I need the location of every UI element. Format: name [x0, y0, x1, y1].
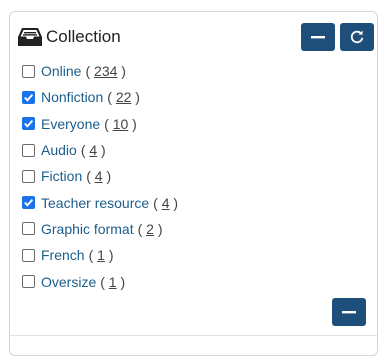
- facet-item[interactable]: Audio( 4 ): [21, 137, 178, 163]
- inbox-tray-icon: [17, 26, 43, 48]
- facet-checkbox[interactable]: [22, 275, 35, 289]
- facet-count: ( 4 ): [80, 142, 106, 159]
- facet-label[interactable]: Oversize: [41, 274, 96, 290]
- refresh-button[interactable]: [340, 23, 374, 51]
- panel-header: Collection: [17, 23, 374, 51]
- facet-count-value[interactable]: 4: [162, 195, 170, 211]
- facet-checkbox[interactable]: [22, 169, 35, 183]
- facet-label[interactable]: Fiction: [41, 168, 82, 184]
- facet-count: ( 4 ): [153, 194, 179, 211]
- facet-label[interactable]: Everyone: [41, 116, 100, 132]
- facet-checkbox[interactable]: [22, 222, 35, 236]
- facet-label[interactable]: Teacher resource: [41, 195, 149, 211]
- facet-count: ( 234 ): [85, 63, 126, 80]
- facet-label[interactable]: Graphic format: [41, 221, 134, 237]
- refresh-icon: [350, 30, 364, 44]
- facet-checkbox[interactable]: [22, 143, 35, 157]
- facet-item[interactable]: Nonfiction( 22 ): [21, 84, 178, 110]
- facet-item[interactable]: Teacher resource( 4 ): [21, 189, 178, 215]
- facet-count: ( 1 ): [100, 273, 126, 290]
- facet-checkbox[interactable]: [22, 64, 35, 78]
- collapse-button[interactable]: [301, 23, 335, 51]
- minus-icon: [311, 30, 325, 44]
- facet-count-value[interactable]: 1: [109, 274, 117, 290]
- facet-count: ( 10 ): [104, 115, 137, 132]
- collection-facet-panel: Collection Online( 234 ) Nonfiction( 22 )…: [9, 11, 378, 356]
- collapse-bottom-button[interactable]: [332, 298, 366, 326]
- facet-count: ( 2 ): [137, 220, 163, 237]
- facet-item[interactable]: Fiction( 4 ): [21, 163, 178, 189]
- panel-divider: [10, 335, 377, 336]
- facet-checkbox[interactable]: [22, 196, 35, 210]
- facet-count-value[interactable]: 10: [113, 116, 129, 132]
- facet-item[interactable]: French( 1 ): [21, 242, 178, 268]
- facet-count-value[interactable]: 22: [116, 89, 132, 105]
- facet-label[interactable]: Online: [41, 63, 81, 79]
- facet-checkbox[interactable]: [22, 90, 35, 104]
- facet-count-value[interactable]: 2: [146, 221, 154, 237]
- facet-label[interactable]: Audio: [41, 142, 77, 158]
- facet-list: Online( 234 ) Nonfiction( 22 ) Everyone( 1…: [21, 58, 178, 295]
- facet-checkbox[interactable]: [22, 248, 35, 262]
- facet-count: ( 1 ): [88, 247, 114, 264]
- minus-icon: [342, 305, 356, 319]
- facet-item[interactable]: Graphic format( 2 ): [21, 216, 178, 242]
- facet-checkbox[interactable]: [22, 117, 35, 131]
- facet-count-value[interactable]: 1: [97, 247, 105, 263]
- facet-count-value[interactable]: 4: [95, 168, 103, 184]
- panel-title: Collection: [46, 27, 121, 46]
- facet-count-value[interactable]: 4: [89, 142, 97, 158]
- facet-item[interactable]: Oversize( 1 ): [21, 268, 178, 294]
- facet-label[interactable]: French: [41, 247, 85, 263]
- facet-item[interactable]: Everyone( 10 ): [21, 111, 178, 137]
- facet-label[interactable]: Nonfiction: [41, 89, 103, 105]
- facet-count-value[interactable]: 234: [94, 63, 117, 79]
- facet-count: ( 4 ): [86, 168, 112, 185]
- facet-count: ( 22 ): [107, 89, 140, 106]
- facet-item[interactable]: Online( 234 ): [21, 58, 178, 84]
